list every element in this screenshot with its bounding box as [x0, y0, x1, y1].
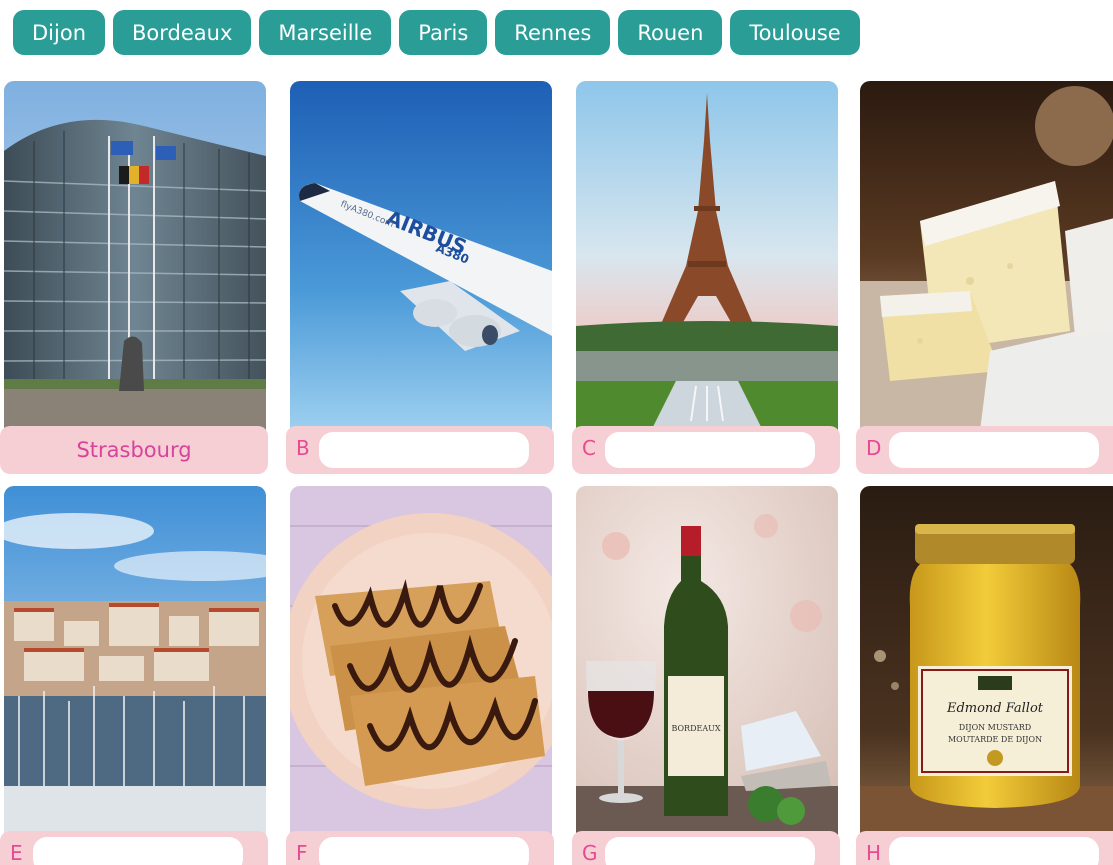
- word-chip-marseille[interactable]: Marseille: [259, 10, 392, 55]
- answer-bar-g: G: [572, 831, 840, 865]
- photo-cheese: [860, 81, 1113, 431]
- word-chip-toulouse[interactable]: Toulouse: [730, 10, 860, 55]
- answer-bar-h: H: [856, 831, 1113, 865]
- answer-bar-e: E: [0, 831, 268, 865]
- photo-crepes: [290, 486, 552, 836]
- answer-bar-f: F: [286, 831, 554, 865]
- answer-input-g[interactable]: [605, 837, 815, 865]
- card-f: F: [286, 486, 554, 865]
- word-chip-rennes[interactable]: Rennes: [495, 10, 611, 55]
- word-chip-rouen[interactable]: Rouen: [618, 10, 723, 55]
- photo-european-parliament: [4, 81, 266, 431]
- card-a: Strasbourg: [0, 81, 268, 475]
- card-letter: F: [296, 841, 308, 865]
- card-c: C: [572, 81, 840, 475]
- card-letter: G: [582, 841, 598, 865]
- card-e: E: [0, 486, 268, 865]
- card-letter: D: [866, 436, 882, 460]
- jar-line1-text: DIJON MUSTARD: [959, 723, 1031, 732]
- word-bank: Dijon Bordeaux Marseille Paris Rennes Ro…: [13, 10, 860, 55]
- card-letter: C: [582, 436, 596, 460]
- answer-input-c[interactable]: [605, 432, 815, 468]
- photo-airbus-plane: AIRBUS A380 flyA380.com: [290, 81, 552, 431]
- word-chip-dijon[interactable]: Dijon: [13, 10, 105, 55]
- card-d: D: [856, 81, 1113, 475]
- answer-input-b[interactable]: [319, 432, 529, 468]
- answer-input-f[interactable]: [319, 837, 529, 865]
- jar-line2-text: MOUTARDE DE DIJON: [948, 735, 1042, 744]
- card-letter: H: [866, 841, 882, 865]
- word-chip-paris[interactable]: Paris: [399, 10, 488, 55]
- wine-label-text: BORDEAUX: [671, 724, 720, 733]
- answer-bar-b: B: [286, 426, 554, 474]
- answer-input-e[interactable]: [33, 837, 243, 865]
- photo-eiffel-tower: [576, 81, 838, 431]
- answer-bar-c: C: [572, 426, 840, 474]
- photo-mustard-jar: Edmond Fallot DIJON MUSTARD MOUTARDE DE …: [860, 486, 1113, 836]
- jar-brand-text: Edmond Fallot: [946, 701, 1044, 716]
- answer-text-strasbourg: Strasbourg: [76, 438, 192, 462]
- answer-bar-d: D: [856, 426, 1113, 474]
- answer-input-h[interactable]: [889, 837, 1099, 865]
- card-h: Edmond Fallot DIJON MUSTARD MOUTARDE DE …: [856, 486, 1113, 865]
- photo-wine: BORDEAUX: [576, 486, 838, 836]
- card-b: AIRBUS A380 flyA380.com B: [286, 81, 554, 475]
- word-chip-bordeaux[interactable]: Bordeaux: [113, 10, 252, 55]
- card-letter: B: [296, 436, 310, 460]
- answer-input-d[interactable]: [889, 432, 1099, 468]
- card-g: BORDEAUX G: [572, 486, 840, 865]
- answer-bar-a: Strasbourg: [0, 426, 268, 474]
- card-letter: E: [10, 841, 23, 865]
- photo-marseille-harbour: [4, 486, 266, 836]
